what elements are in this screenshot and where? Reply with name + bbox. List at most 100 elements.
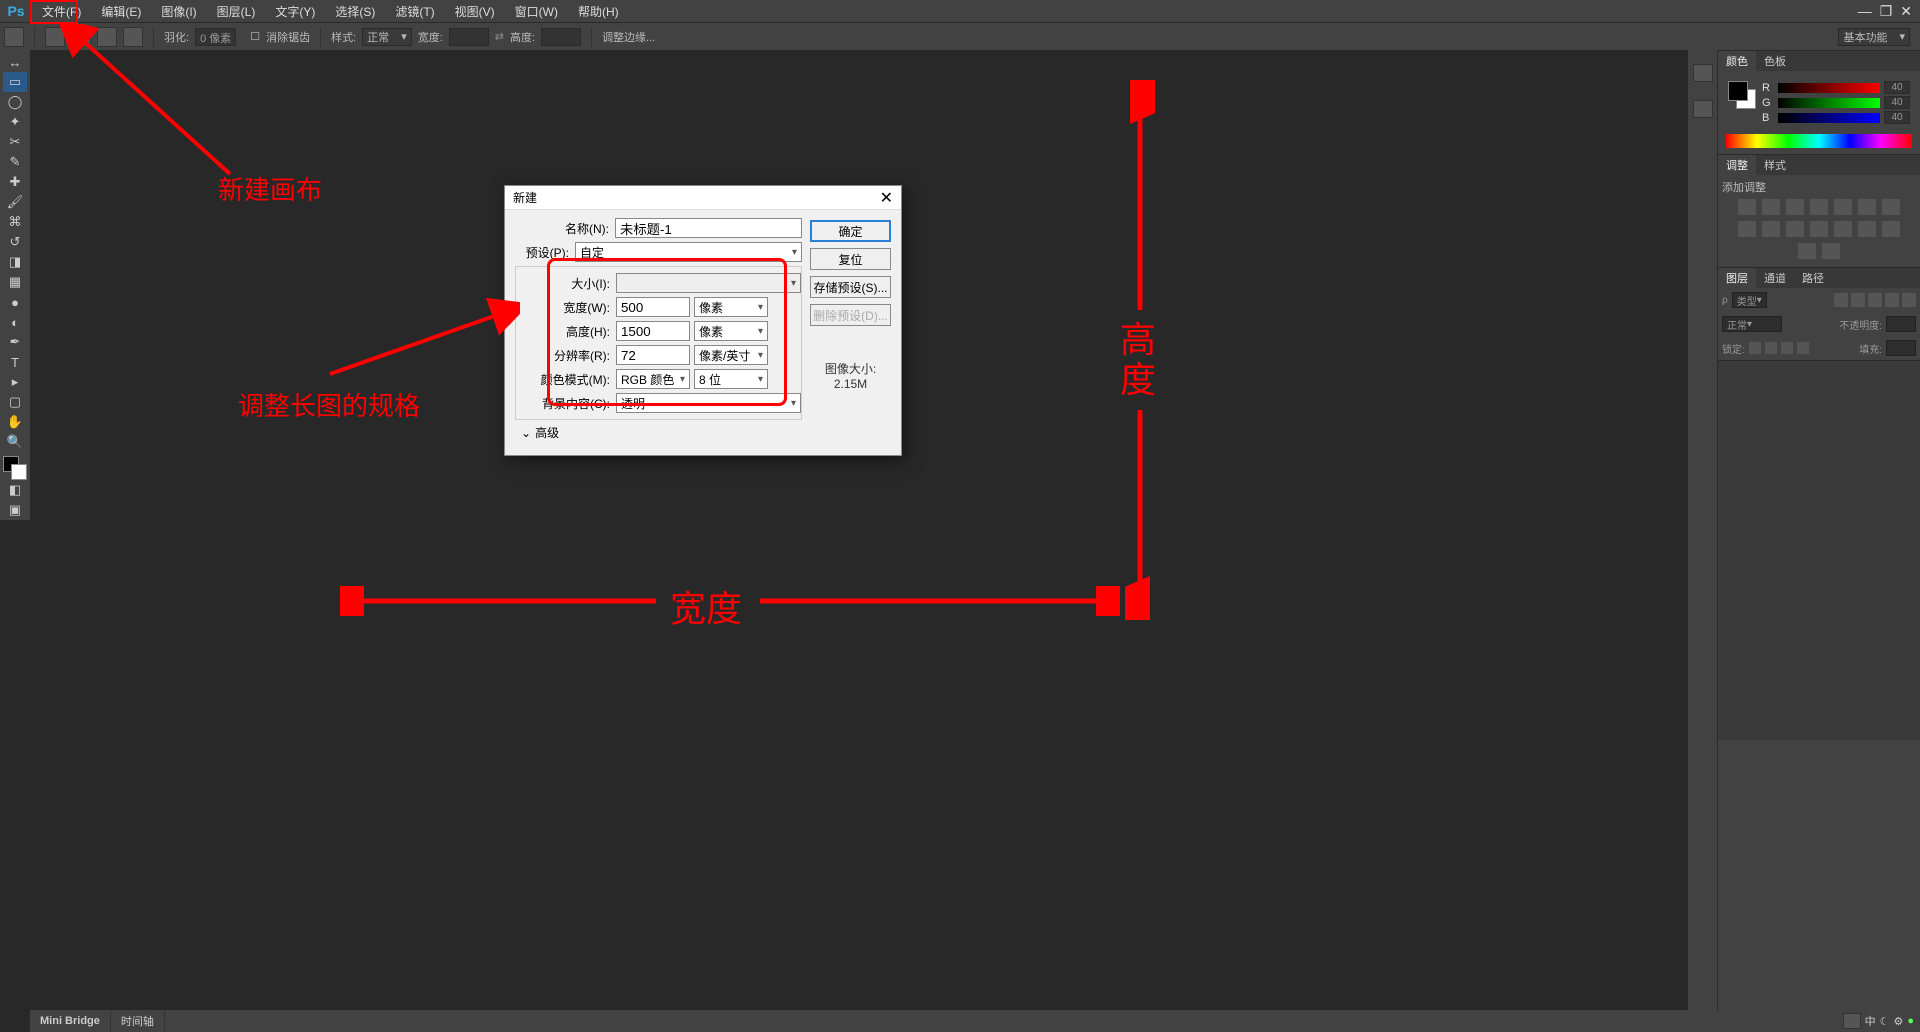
adj-levels-icon[interactable] bbox=[1762, 199, 1780, 215]
adj-threshold-icon[interactable] bbox=[1882, 221, 1900, 237]
filter-shape-icon[interactable] bbox=[1885, 293, 1899, 307]
menu-file[interactable]: 文件(F) bbox=[32, 3, 91, 20]
r-value[interactable]: 40 bbox=[1884, 81, 1910, 94]
tab-styles[interactable]: 样式 bbox=[1756, 155, 1794, 175]
adj-invert-icon[interactable] bbox=[1834, 221, 1852, 237]
zoom-tool[interactable]: 🔍 bbox=[3, 432, 27, 452]
gradient-tool[interactable]: ▦ bbox=[3, 272, 27, 292]
lock-pixels-icon[interactable] bbox=[1765, 342, 1777, 354]
tab-adjustments[interactable]: 调整 bbox=[1718, 155, 1756, 175]
colordepth-select[interactable]: 8 位 bbox=[694, 369, 768, 389]
type-tool[interactable]: T bbox=[3, 352, 27, 372]
dialog-close-icon[interactable]: ✕ bbox=[880, 188, 893, 208]
adj-lookup-icon[interactable] bbox=[1810, 221, 1828, 237]
chevron-down-icon[interactable]: ⌄ bbox=[521, 426, 531, 440]
wand-tool[interactable]: ✦ bbox=[3, 112, 27, 132]
blend-mode-select[interactable]: 正常 ▾ bbox=[1722, 316, 1782, 332]
menu-filter[interactable]: 滤镜(T) bbox=[385, 3, 444, 20]
foreground-background-swatch[interactable] bbox=[1728, 81, 1756, 109]
adj-selective-icon[interactable] bbox=[1822, 243, 1840, 259]
color-spectrum[interactable] bbox=[1726, 134, 1912, 148]
resolution-unit-select[interactable]: 像素/英寸 bbox=[694, 345, 768, 365]
workspace-select[interactable]: 基本功能▾ bbox=[1838, 28, 1910, 46]
b-slider[interactable] bbox=[1778, 113, 1880, 123]
menu-type[interactable]: 文字(Y) bbox=[265, 3, 325, 20]
marquee-tool[interactable]: ▭ bbox=[3, 72, 27, 92]
blur-tool[interactable]: ● bbox=[3, 292, 27, 312]
selection-add-icon[interactable] bbox=[71, 27, 91, 47]
menu-image[interactable]: 图像(I) bbox=[151, 3, 206, 20]
tab-paths[interactable]: 路径 bbox=[1794, 268, 1832, 288]
history-brush-tool[interactable]: ↺ bbox=[3, 232, 27, 252]
color-swap[interactable] bbox=[3, 456, 27, 480]
adj-hue-icon[interactable] bbox=[1858, 199, 1876, 215]
b-value[interactable]: 40 bbox=[1884, 111, 1910, 124]
reset-button[interactable]: 复位 bbox=[810, 248, 891, 270]
hand-tool[interactable]: ✋ bbox=[3, 412, 27, 432]
brush-tool[interactable]: 🖌 bbox=[3, 192, 27, 212]
moon-icon[interactable]: ☾ bbox=[1880, 1015, 1890, 1028]
filter-pixel-icon[interactable] bbox=[1834, 293, 1848, 307]
opacity-value[interactable] bbox=[1886, 316, 1916, 332]
width-input-dlg[interactable] bbox=[616, 297, 690, 317]
properties-panel-icon[interactable] bbox=[1693, 100, 1713, 118]
tab-channels[interactable]: 通道 bbox=[1756, 268, 1794, 288]
adj-photo-filter-icon[interactable] bbox=[1762, 221, 1780, 237]
menu-view[interactable]: 视图(V) bbox=[445, 3, 505, 20]
history-panel-icon[interactable] bbox=[1693, 64, 1713, 82]
tab-color[interactable]: 颜色 bbox=[1718, 51, 1756, 71]
filter-adj-icon[interactable] bbox=[1851, 293, 1865, 307]
height-input[interactable] bbox=[541, 28, 581, 46]
g-value[interactable]: 40 bbox=[1884, 96, 1910, 109]
adj-exposure-icon[interactable] bbox=[1810, 199, 1828, 215]
save-preset-button[interactable]: 存储预设(S)... bbox=[810, 276, 891, 298]
tool-preset-icon[interactable] bbox=[4, 27, 24, 47]
adj-balance-icon[interactable] bbox=[1882, 199, 1900, 215]
style-select[interactable]: 正常▾ bbox=[362, 28, 412, 46]
preset-select[interactable]: 自定 bbox=[575, 242, 802, 262]
colormode-select[interactable]: RGB 颜色 bbox=[616, 369, 690, 389]
healing-tool[interactable]: ✚ bbox=[3, 172, 27, 192]
filter-smart-icon[interactable] bbox=[1902, 293, 1916, 307]
adj-curves-icon[interactable] bbox=[1786, 199, 1804, 215]
menu-layer[interactable]: 图层(L) bbox=[207, 3, 266, 20]
fill-value[interactable] bbox=[1886, 340, 1916, 356]
g-slider[interactable] bbox=[1778, 98, 1880, 108]
tab-mini-bridge[interactable]: Mini Bridge bbox=[30, 1010, 111, 1032]
selection-intersect-icon[interactable] bbox=[123, 27, 143, 47]
adj-bw-icon[interactable] bbox=[1738, 221, 1756, 237]
minimize-icon[interactable]: — bbox=[1858, 3, 1872, 20]
menu-help[interactable]: 帮助(H) bbox=[568, 3, 629, 20]
ok-button[interactable]: 确定 bbox=[810, 220, 891, 242]
dodge-tool[interactable]: ◐ bbox=[3, 312, 27, 332]
r-slider[interactable] bbox=[1778, 83, 1880, 93]
stamp-tool[interactable]: ⌘ bbox=[3, 212, 27, 232]
shape-tool[interactable]: ▢ bbox=[3, 392, 27, 412]
menu-edit[interactable]: 编辑(E) bbox=[91, 3, 151, 20]
feather-input[interactable]: 0 像素 bbox=[195, 28, 236, 46]
width-input[interactable] bbox=[449, 28, 489, 46]
path-select-tool[interactable]: ▸ bbox=[3, 372, 27, 392]
adj-brightness-icon[interactable] bbox=[1738, 199, 1756, 215]
menu-window[interactable]: 窗口(W) bbox=[505, 3, 568, 20]
tab-swatches[interactable]: 色板 bbox=[1756, 51, 1794, 71]
adj-mixer-icon[interactable] bbox=[1786, 221, 1804, 237]
height-input-dlg[interactable] bbox=[616, 321, 690, 341]
prefs-icon[interactable]: ⚙ bbox=[1893, 1015, 1903, 1028]
lock-transparent-icon[interactable] bbox=[1749, 342, 1761, 354]
lasso-tool[interactable]: ◯ bbox=[3, 92, 27, 112]
filter-type-icon[interactable] bbox=[1868, 293, 1882, 307]
lock-position-icon[interactable] bbox=[1781, 342, 1793, 354]
lock-all-icon[interactable] bbox=[1797, 342, 1809, 354]
layer-filter-select[interactable]: 类型 ▾ bbox=[1732, 292, 1767, 308]
width-unit-select[interactable]: 像素 bbox=[694, 297, 768, 317]
menu-select[interactable]: 选择(S) bbox=[325, 3, 385, 20]
crop-tool[interactable]: ✂ bbox=[3, 132, 27, 152]
bg-select[interactable]: 透明 bbox=[616, 393, 801, 413]
tab-timeline[interactable]: 时间轴 bbox=[111, 1010, 165, 1032]
advanced-label[interactable]: 高级 bbox=[535, 424, 559, 441]
adj-gradient-map-icon[interactable] bbox=[1798, 243, 1816, 259]
pen-tool[interactable]: ✒ bbox=[3, 332, 27, 352]
close-icon[interactable]: ✕ bbox=[1900, 3, 1912, 20]
maximize-icon[interactable]: ❐ bbox=[1880, 3, 1893, 20]
